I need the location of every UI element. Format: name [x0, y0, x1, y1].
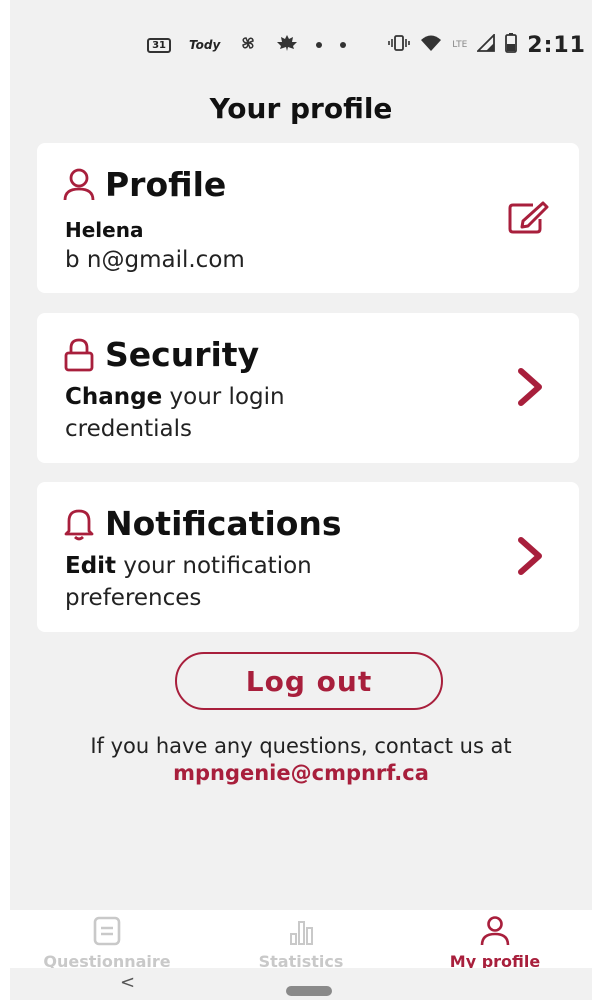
security-card-description: Change your login credentials — [65, 381, 395, 445]
home-pill[interactable] — [286, 986, 332, 996]
edit-icon[interactable] — [507, 201, 549, 239]
person-icon — [63, 168, 95, 202]
contact-email-link[interactable]: mpngenie@cmpnrf.ca — [10, 761, 592, 785]
notifications-card-description: Edit your notification preferences — [65, 550, 395, 614]
person-icon — [478, 916, 512, 950]
questionnaire-icon — [90, 916, 124, 950]
bell-icon — [63, 507, 95, 541]
pinwheel-icon — [238, 33, 258, 57]
notification-dot — [340, 42, 347, 48]
page-title: Your profile — [209, 92, 393, 125]
signal-icon — [476, 32, 496, 56]
security-desc-bold: Change — [65, 384, 163, 410]
chevron-right-icon[interactable] — [517, 537, 543, 579]
clock: 2:11 — [527, 32, 586, 58]
notifications-desc-bold: Edit — [65, 553, 117, 579]
security-card[interactable]: Security Change your login credentials — [37, 313, 579, 463]
app-screen: 31 Tody LTE 2:11 Your profile Profile He… — [10, 0, 592, 1000]
profile-card-header: Profile — [63, 165, 226, 204]
nav-item-questionnaire[interactable]: Questionnaire — [10, 910, 204, 971]
notification-dot — [316, 42, 323, 48]
status-bar: 31 Tody LTE 2:11 — [10, 0, 592, 90]
contact-text: If you have any questions, contact us at — [90, 734, 512, 758]
security-card-header: Security — [63, 335, 259, 374]
battery-icon — [505, 33, 518, 57]
calendar-icon: 31 — [147, 37, 171, 53]
profile-card-title: Profile — [105, 165, 227, 204]
notifications-card-title: Notifications — [105, 504, 342, 543]
notifications-card-header: Notifications — [63, 504, 342, 543]
app-label: Tody — [189, 38, 221, 52]
back-icon[interactable]: < — [120, 972, 135, 993]
notifications-card[interactable]: Notifications Edit your notification pre… — [37, 482, 579, 632]
profile-card[interactable]: Profile Helena b n@gmail.com — [37, 143, 579, 293]
network-label: LTE — [452, 40, 468, 50]
nav-item-my-profile[interactable]: My profile — [398, 910, 592, 971]
profile-name: Helena — [65, 218, 144, 242]
system-navigation-bar: < — [10, 968, 592, 1000]
chevron-right-icon[interactable] — [517, 368, 543, 410]
maple-leaf-icon — [276, 34, 298, 56]
lock-icon — [63, 338, 95, 372]
wifi-icon — [420, 34, 442, 56]
bar-chart-icon — [284, 916, 318, 950]
security-card-title: Security — [105, 335, 260, 374]
status-notifications: 31 Tody — [147, 33, 347, 57]
bottom-navigation: Questionnaire Statistics My profile — [10, 910, 592, 971]
nav-item-statistics[interactable]: Statistics — [204, 910, 398, 971]
vibrate-icon — [388, 35, 411, 55]
logout-button[interactable]: Log out — [175, 652, 443, 710]
profile-email: b n@gmail.com — [65, 247, 245, 273]
status-system: LTE 2:11 — [388, 33, 586, 58]
